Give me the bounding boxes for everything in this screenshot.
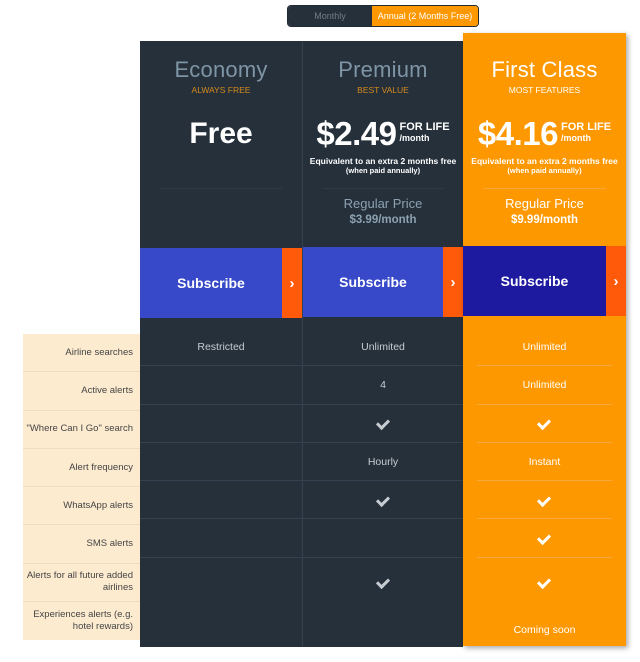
feature-values: Unlimited 4 Hourly — [303, 328, 463, 654]
plan-name: Premium — [338, 57, 428, 82]
plan-price: Free — [189, 117, 253, 150]
feature-value-cell — [140, 443, 302, 482]
subscribe-label: Subscribe — [140, 248, 282, 318]
subscribe-label: Subscribe — [463, 246, 606, 316]
plan-name: Economy — [174, 57, 268, 82]
divider — [483, 188, 606, 189]
regular-price-value: $9.99/month — [510, 214, 579, 226]
feature-label: SMS alerts — [23, 525, 140, 564]
feature-value-cell: Restricted — [140, 328, 302, 367]
feature-value-cell: Unlimited — [303, 328, 463, 367]
feature-label: Alerts for all future added airlines — [23, 564, 140, 602]
feature-value: 4 — [380, 378, 386, 391]
divider — [160, 188, 282, 189]
feature-value-cell — [477, 481, 612, 520]
checkmark-icon — [538, 577, 551, 587]
feature-value-cell — [140, 519, 302, 558]
feature-value: Unlimited — [361, 340, 405, 353]
plan-tag: BEST VALUE — [357, 85, 409, 95]
feature-value: Instant — [528, 455, 561, 468]
equivalent-line-2: (when paid annually) — [345, 166, 421, 175]
chevron-right-icon: › — [606, 246, 626, 316]
feature-label: Experiences alerts (e.g. hotel rewards) — [33, 608, 133, 632]
equivalent-line-1: Equivalent to an extra 2 months free — [471, 156, 618, 166]
feature-value-cell: 4 — [303, 366, 463, 405]
regular-price-label: Regular Price — [343, 196, 423, 211]
monthly-option[interactable]: Monthly — [288, 6, 372, 26]
equivalent-line-1: Equivalent to an extra 2 months free — [309, 156, 457, 166]
plan-economy: Economy ALWAYS FREE Free Subscribe › Res… — [140, 41, 302, 647]
checkmark-icon — [377, 495, 390, 505]
feature-values: Unlimited Unlimited Instant Coming soon — [463, 328, 626, 654]
chevron-right-icon: › — [282, 248, 302, 318]
feature-value-cell — [303, 405, 463, 443]
feature-value: Hourly — [367, 455, 399, 468]
feature-labels: Airline searches Active alerts "Where Ca… — [23, 334, 140, 640]
feature-value-cell: Unlimited — [477, 328, 612, 367]
feature-label: Alert frequency — [23, 449, 140, 488]
checkmark-icon — [538, 533, 551, 543]
checkmark-icon — [377, 577, 390, 587]
subscribe-button-premium[interactable]: Subscribe › — [303, 247, 463, 317]
plan-price: $2.49 FOR LIFE /month — [303, 115, 463, 153]
price-suffix: FOR LIFE — [399, 121, 450, 133]
divider — [323, 188, 443, 189]
subscribe-label: Subscribe — [303, 247, 443, 317]
feature-label: Active alerts — [23, 372, 140, 411]
feature-values: Restricted — [140, 328, 302, 654]
price-suffix: FOR LIFE — [560, 121, 612, 133]
feature-value-cell — [140, 606, 302, 654]
plan-name: First Class — [491, 57, 598, 82]
equivalent-line-2: (when paid annually) — [507, 166, 582, 175]
plan-premium: Premium BEST VALUE $2.49 FOR LIFE /month… — [302, 41, 463, 647]
checkmark-icon — [538, 495, 551, 505]
feature-value-cell — [303, 519, 463, 558]
feature-label: WhatsApp alerts — [23, 487, 140, 526]
price-period: /month — [560, 133, 591, 143]
checkmark-icon — [377, 418, 390, 428]
regular-price-label: Regular Price — [505, 196, 584, 211]
regular-price-value: $3.99/month — [349, 214, 417, 226]
feature-value: Unlimited — [522, 378, 567, 391]
subscribe-button-economy[interactable]: Subscribe › — [140, 248, 302, 318]
equivalent-note: Equivalent to an extra 2 months free (wh… — [303, 156, 463, 175]
checkmark-icon — [538, 418, 551, 428]
feature-value-cell — [477, 558, 612, 606]
annual-option[interactable]: Annual (2 Months Free) — [372, 6, 478, 26]
plan-price: $4.16 FOR LIFE /month — [463, 115, 626, 153]
plan-tag: ALWAYS FREE — [191, 85, 251, 95]
feature-value: Unlimited — [522, 340, 567, 353]
feature-value-cell — [303, 481, 463, 520]
feature-label: "Where Can I Go" search — [23, 411, 140, 449]
feature-label: Airline searches — [23, 334, 140, 373]
plan-first-class: First Class MOST FEATURES $4.16 FOR LIFE… — [463, 33, 626, 646]
feature-value-cell — [303, 558, 463, 606]
feature-value-cell — [477, 519, 612, 558]
feature-value-cell — [140, 481, 302, 520]
feature-value-cell — [303, 606, 463, 654]
feature-value: Coming soon — [513, 623, 576, 636]
feature-value-cell: Hourly — [303, 443, 463, 482]
feature-value-cell — [140, 558, 302, 606]
feature-value: Restricted — [197, 340, 245, 353]
price-amount: $2.49 — [316, 115, 397, 152]
feature-value-cell: Instant — [477, 443, 612, 482]
plan-tag: MOST FEATURES — [508, 85, 581, 95]
billing-toggle: Monthly Annual (2 Months Free) — [288, 6, 478, 26]
feature-value-cell: Unlimited — [477, 366, 612, 405]
subscribe-button-first-class[interactable]: Subscribe › — [463, 246, 626, 316]
price-amount: $4.16 — [477, 115, 559, 152]
chevron-right-icon: › — [443, 247, 463, 317]
feature-value-cell: Coming soon — [477, 606, 612, 654]
price-period: /month — [399, 133, 430, 143]
feature-value-cell — [477, 405, 612, 443]
feature-value-cell — [140, 366, 302, 405]
equivalent-note: Equivalent to an extra 2 months free (wh… — [463, 156, 626, 175]
feature-value-cell — [140, 405, 302, 443]
